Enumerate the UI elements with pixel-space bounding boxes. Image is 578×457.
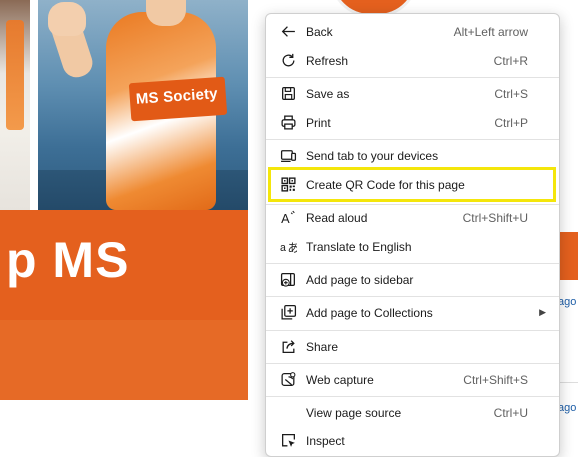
menu-item-share[interactable]: Share xyxy=(269,332,556,361)
add-sidebar-icon xyxy=(280,271,297,288)
save-icon xyxy=(280,85,297,102)
menu-item-shortcut: Ctrl+Shift+U xyxy=(462,210,528,225)
menu-separator xyxy=(266,77,559,78)
menu-item-add-to-sidebar[interactable]: Add page to sidebar xyxy=(269,265,556,294)
menu-item-send-tab[interactable]: Send tab to your devices xyxy=(269,141,556,170)
menu-item-label: Inspect xyxy=(306,433,345,448)
menu-separator xyxy=(266,396,559,397)
ms-society-logo: MS Society xyxy=(128,76,228,122)
menu-item-label: Print xyxy=(306,115,331,130)
share-icon xyxy=(280,338,297,355)
background-page: MS Society p MS xyxy=(0,0,248,400)
side-link-ago-2[interactable]: ago xyxy=(558,402,576,414)
menu-item-label: Web capture xyxy=(306,372,374,387)
menu-item-label: Read aloud xyxy=(306,210,368,225)
menu-item-label: Save as xyxy=(306,86,350,101)
menu-item-label: Refresh xyxy=(306,53,349,68)
menu-item-shortcut: Ctrl+R xyxy=(493,53,528,68)
menu-item-add-to-collections[interactable]: Add page to Collections ▶ xyxy=(269,298,556,327)
refresh-icon xyxy=(280,52,297,69)
menu-item-view-source[interactable]: View page source Ctrl+U xyxy=(269,398,556,427)
menu-item-web-capture[interactable]: Web capture Ctrl+Shift+S xyxy=(269,365,556,394)
menu-item-label: Back xyxy=(306,24,333,39)
photo-left-partial xyxy=(0,0,30,210)
submenu-arrow-icon: ▶ xyxy=(539,307,546,317)
menu-item-shortcut: Alt+Left arrow xyxy=(453,24,528,39)
menu-item-translate[interactable]: aあ Translate to English xyxy=(269,232,556,261)
menu-item-shortcut: Ctrl+P xyxy=(494,115,528,130)
back-arrow-icon xyxy=(280,23,297,40)
web-capture-icon xyxy=(280,371,297,388)
menu-item-label: Add page to Collections xyxy=(306,305,433,320)
read-aloud-icon: A xyxy=(280,209,297,226)
menu-item-shortcut: Ctrl+Shift+S xyxy=(463,372,528,387)
photo-left-figure xyxy=(6,20,24,130)
menu-item-label: View page source xyxy=(306,405,402,420)
menu-separator xyxy=(266,363,559,364)
menu-separator xyxy=(266,263,559,264)
print-icon xyxy=(280,114,297,131)
menu-item-label: Add page to sidebar xyxy=(306,272,414,287)
page-heading: p MS xyxy=(6,232,130,288)
menu-item-back[interactable]: Back Alt+Left arrow xyxy=(269,17,556,46)
devices-icon xyxy=(280,147,297,164)
menu-item-shortcut: Ctrl+U xyxy=(493,405,528,420)
svg-text:A: A xyxy=(281,211,290,226)
menu-item-read-aloud[interactable]: A Read aloud Ctrl+Shift+U xyxy=(269,203,556,232)
menu-item-save-as[interactable]: Save as Ctrl+S xyxy=(269,79,556,108)
inspect-icon xyxy=(280,432,297,449)
menu-item-print[interactable]: Print Ctrl+P xyxy=(269,108,556,137)
svg-text:a: a xyxy=(280,242,286,254)
translate-icon: aあ xyxy=(280,238,297,255)
context-menu: Back Alt+Left arrow Refresh Ctrl+R Save … xyxy=(265,13,560,457)
ms-society-logo-text: MS Society xyxy=(135,85,219,108)
qr-code-icon xyxy=(280,176,297,193)
menu-item-label: Share xyxy=(306,339,339,354)
menu-item-label: Create QR Code for this page xyxy=(306,177,465,192)
menu-item-label: Send tab to your devices xyxy=(306,148,439,163)
hero-photo: MS Society xyxy=(38,0,248,210)
side-link-ago-1[interactable]: ago xyxy=(558,296,576,308)
collections-icon xyxy=(280,304,297,321)
menu-separator xyxy=(266,296,559,297)
menu-item-label: Translate to English xyxy=(306,239,412,254)
menu-item-inspect[interactable]: Inspect xyxy=(269,426,556,455)
menu-item-refresh[interactable]: Refresh Ctrl+R xyxy=(269,46,556,75)
menu-item-shortcut: Ctrl+S xyxy=(494,86,528,101)
menu-item-create-qr-code[interactable]: Create QR Code for this page xyxy=(268,167,556,202)
svg-text:あ: あ xyxy=(287,242,297,255)
menu-separator xyxy=(266,330,559,331)
menu-separator xyxy=(266,139,559,140)
